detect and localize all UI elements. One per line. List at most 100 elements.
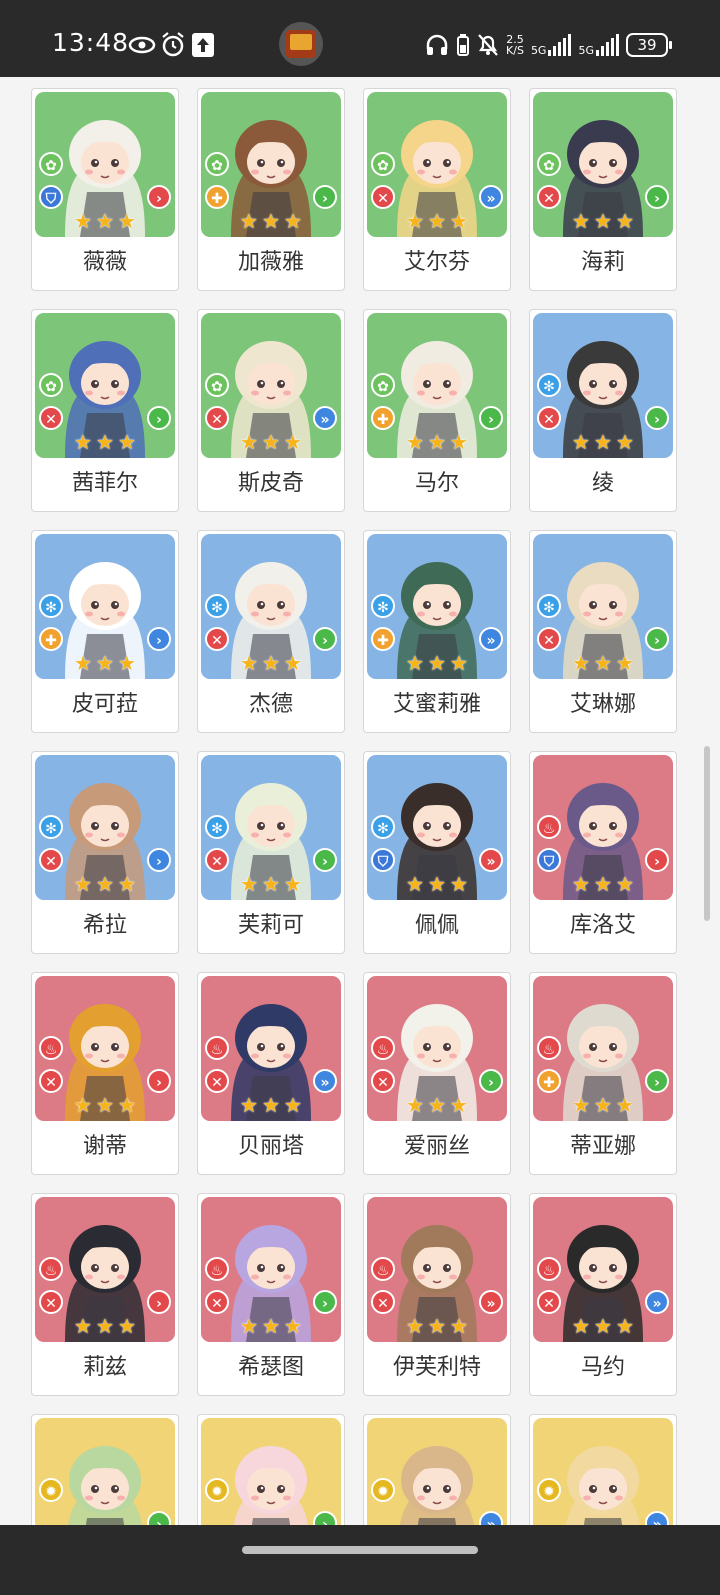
flame-icon: ♨ (371, 1036, 395, 1060)
star-icon: ★ (450, 651, 468, 675)
character-card[interactable]: ✻ ✕ › ★ ★ ★ 希拉 (31, 751, 179, 954)
character-card[interactable]: ✿ ✕ › ★ ★ ★ 茜菲尔 (31, 309, 179, 512)
star-rating: ★ ★ ★ (239, 874, 303, 896)
chevron-icon: › (313, 1290, 337, 1314)
scrollbar[interactable] (704, 746, 710, 921)
star-icon: ★ (118, 872, 136, 896)
shield-icon: ⛉ (537, 848, 561, 872)
character-portrait: ✻ ⛉» ★ ★ ★ (367, 755, 507, 900)
star-icon: ★ (240, 651, 258, 675)
star-icon: ★ (428, 430, 446, 454)
star-icon: ★ (406, 209, 424, 233)
double-chevron-icon: » (479, 848, 503, 872)
character-portrait: ✻ ✕ › ★ ★ ★ (35, 755, 175, 900)
snowflake-icon: ✻ (537, 373, 561, 397)
star-icon: ★ (74, 1093, 92, 1117)
signal-icon (596, 34, 619, 56)
character-name: 海莉 (580, 250, 625, 275)
signal-icon (548, 34, 572, 56)
shield-icon: ⛉ (39, 185, 63, 209)
character-card[interactable]: ✻ ⛉» ★ ★ ★ 佩佩 (363, 751, 511, 954)
star-icon: ★ (262, 1093, 280, 1117)
star-rating: ★ ★ ★ (571, 432, 635, 454)
star-icon: ★ (74, 209, 92, 233)
character-name: 茜菲尔 (71, 471, 138, 496)
swords-icon: ✕ (205, 1069, 229, 1093)
character-card[interactable]: ♨ ✕ › ★ ★ ★ 爱丽丝 (363, 972, 511, 1175)
character-card[interactable]: ♨ ✕» ★ ★ ★ 马约 (529, 1193, 677, 1396)
character-card[interactable]: ✿ ✕» ★ ★ ★ 艾尔芬 (363, 88, 511, 291)
chevron-icon: › (147, 1290, 171, 1314)
character-card[interactable]: ✿ ✚ › ★ ★ ★ 加薇雅 (197, 88, 345, 291)
star-icon: ★ (74, 1314, 92, 1338)
star-icon: ★ (594, 430, 612, 454)
character-card[interactable]: ♨ ✕» ★ ★ ★ 贝丽塔 (197, 972, 345, 1175)
character-portrait: ♨ ✕ › ★ ★ ★ (35, 1197, 175, 1342)
swords-icon: ✕ (205, 406, 229, 430)
character-card[interactable]: ♨ ✚ › ★ ★ ★ 蒂亚娜 (529, 972, 677, 1175)
swords-icon: ✕ (371, 1069, 395, 1093)
character-portrait: ✿ ✕» ★ ★ ★ (201, 313, 341, 458)
flame-icon: ♨ (205, 1257, 229, 1281)
character-name: 希瑟图 (237, 1355, 304, 1380)
star-rating: ★ ★ ★ (571, 1316, 635, 1338)
character-portrait: ♨ ✕» ★ ★ ★ (533, 1197, 673, 1342)
cross-icon: ✚ (205, 185, 229, 209)
character-card[interactable]: ✻ ✚» ★ ★ ★ 艾蜜莉雅 (363, 530, 511, 733)
chevron-icon: › (645, 185, 669, 209)
character-name: 艾琳娜 (569, 692, 636, 717)
character-card[interactable]: ✻ ✕ › ★ ★ ★ 绫 (529, 309, 677, 512)
character-card[interactable]: ✿ ⛉ › ★ ★ ★ 薇薇 (31, 88, 179, 291)
character-card[interactable]: ✿ ✚ › ★ ★ ★ 马尔 (363, 309, 511, 512)
flame-icon: ♨ (537, 1036, 561, 1060)
flame-icon: ♨ (39, 1036, 63, 1060)
leaf-icon: ✿ (371, 152, 395, 176)
character-card[interactable]: ♨ ✕ › ★ ★ ★ 希瑟图 (197, 1193, 345, 1396)
character-card[interactable]: ✻ ✕ › ★ ★ ★ 杰德 (197, 530, 345, 733)
net-speed-unit: K/S (506, 44, 524, 57)
character-card[interactable]: ♨ ✕» ★ ★ ★ 伊芙利特 (363, 1193, 511, 1396)
chevron-icon: › (147, 185, 171, 209)
double-chevron-icon: » (479, 1290, 503, 1314)
star-icon: ★ (284, 430, 302, 454)
chevron-icon: › (645, 1069, 669, 1093)
character-card[interactable]: ♨ ⛉ › ★ ★ ★ 库洛艾 (529, 751, 677, 954)
character-card[interactable]: ♨ ✕ › ★ ★ ★ 莉兹 (31, 1193, 179, 1396)
chevron-icon: › (147, 1069, 171, 1093)
character-card[interactable]: ✿ ✕ › ★ ★ ★ 海莉 (529, 88, 677, 291)
star-icon: ★ (284, 872, 302, 896)
character-portrait: ♨ ⛉ › ★ ★ ★ (533, 755, 673, 900)
snowflake-icon: ✻ (537, 594, 561, 618)
star-icon: ★ (572, 872, 590, 896)
bell-off-icon (478, 34, 498, 56)
character-card[interactable]: ✻ ✕ › ★ ★ ★ 艾琳娜 (529, 530, 677, 733)
character-card[interactable]: ✿ ✕» ★ ★ ★ 斯皮奇 (197, 309, 345, 512)
character-card[interactable]: ✻ ✚ › ★ ★ ★ 皮可菈 (31, 530, 179, 733)
sun-icon: ✹ (537, 1478, 561, 1502)
star-icon: ★ (118, 209, 136, 233)
character-card[interactable]: ✻ ✕ › ★ ★ ★ 芙莉可 (197, 751, 345, 954)
character-portrait: ♨ ✕» ★ ★ ★ (201, 976, 341, 1121)
headphones-icon (426, 34, 448, 55)
star-icon: ★ (594, 1314, 612, 1338)
swords-icon: ✕ (537, 185, 561, 209)
character-name: 莉兹 (82, 1355, 127, 1380)
alarm-icon (162, 32, 184, 57)
character-name: 芙莉可 (237, 913, 304, 938)
swords-icon: ✕ (537, 627, 561, 651)
character-card[interactable]: ♨ ✕ › ★ ★ ★ 谢蒂 (31, 972, 179, 1175)
star-rating: ★ ★ ★ (571, 211, 635, 233)
character-grid[interactable]: ✿ ⛉ › ★ ★ ★ 薇薇 ✿ ✚ › ★ ★ ★ 加薇雅 ✿ ✕» ★ ★ ★ 艾尔芬 ✿ ✕ › ★ ★ ★ 海莉 ✿ ✕ › ★ ★ ★… (0, 77, 720, 1550)
star-rating: ★ ★ ★ (405, 874, 469, 896)
star-icon: ★ (240, 1093, 258, 1117)
character-portrait: ✻ ✕ › ★ ★ ★ (533, 534, 673, 679)
cross-icon: ✚ (537, 1069, 561, 1093)
star-icon: ★ (262, 430, 280, 454)
star-icon: ★ (96, 651, 114, 675)
star-icon: ★ (406, 430, 424, 454)
swords-icon: ✕ (537, 1290, 561, 1314)
home-gesture-handle[interactable] (242, 1546, 478, 1554)
star-rating: ★ ★ ★ (571, 653, 635, 675)
star-icon: ★ (74, 872, 92, 896)
character-portrait: ✿ ⛉ › ★ ★ ★ (35, 92, 175, 237)
